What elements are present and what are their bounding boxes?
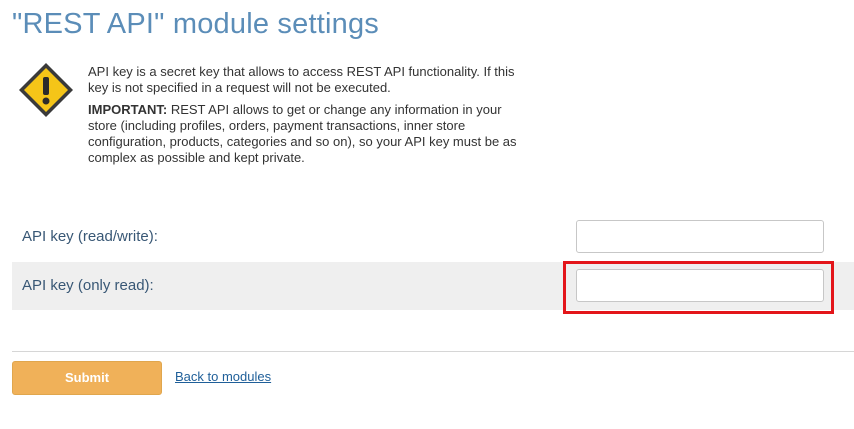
api-key-only-read-input[interactable]: [576, 269, 824, 302]
form-row-read-write: API key (read/write):: [12, 213, 854, 261]
warning-text: API key is a secret key that allows to a…: [88, 64, 518, 172]
back-to-modules-link[interactable]: Back to modules: [175, 369, 271, 384]
warning-icon: [16, 60, 76, 120]
api-key-only-read-label: API key (only read):: [22, 277, 154, 294]
warning-paragraph-important: IMPORTANT: REST API allows to get or cha…: [88, 102, 518, 166]
warning-paragraph-api-key: API key is a secret key that allows to a…: [88, 64, 515, 95]
submit-button[interactable]: Submit: [12, 361, 162, 395]
divider: [12, 351, 854, 352]
api-key-read-write-label: API key (read/write):: [22, 228, 158, 245]
important-label: IMPORTANT:: [88, 102, 168, 117]
api-key-read-write-input[interactable]: [576, 220, 824, 253]
form-row-only-read: API key (only read):: [12, 262, 854, 310]
page-title: "REST API" module settings: [12, 8, 379, 40]
